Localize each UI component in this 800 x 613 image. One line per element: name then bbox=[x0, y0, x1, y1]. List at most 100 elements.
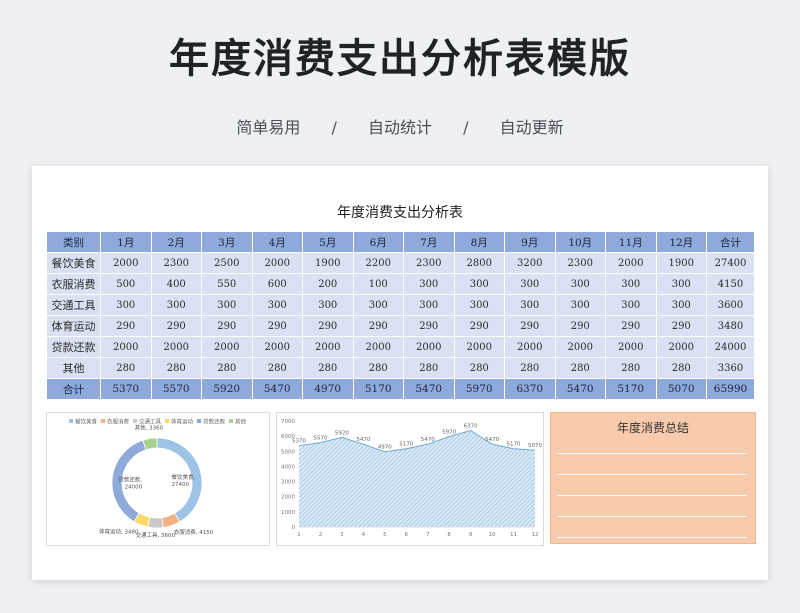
column-header: 10月 bbox=[554, 231, 606, 253]
row-category: 体育运动 bbox=[46, 315, 101, 337]
summary-title: 年度消费总结 bbox=[616, 421, 689, 435]
data-label: 5920 bbox=[335, 430, 349, 436]
summary-line bbox=[557, 474, 747, 475]
table-row: 贷款还款 2000 2000 2000 2000 2000 2000 2000 2000 2000… bbox=[46, 336, 755, 358]
total-label: 合计 bbox=[46, 378, 101, 400]
tag-auto-stat: 自动统计 bbox=[367, 118, 432, 137]
y-tick-label: 5000 bbox=[281, 449, 295, 455]
donut-chart-panel: 餐饮美食 衣服消费 交通工具 体育运动 贷款还款 其他 餐饮美食, 27400 衣服消费, 41… bbox=[46, 412, 270, 546]
row-total-cell: 27400 bbox=[706, 252, 755, 274]
table-cell: 280 bbox=[655, 357, 707, 379]
donut-data-label: 交通工具, 3600 bbox=[136, 531, 176, 539]
table-cell: 280 bbox=[302, 357, 354, 379]
table-cell: 280 bbox=[403, 357, 455, 379]
table-cell: 2300 bbox=[403, 252, 455, 274]
x-tick-label: 12 bbox=[532, 532, 539, 538]
row-category: 衣服消费 bbox=[46, 273, 101, 295]
total-cell: 5970 bbox=[453, 378, 505, 400]
x-tick-label: 2 bbox=[319, 532, 323, 538]
table-cell: 300 bbox=[504, 273, 556, 295]
table-cell: 290 bbox=[100, 315, 152, 337]
x-tick-label: 3 bbox=[340, 532, 344, 538]
table-cell: 300 bbox=[453, 294, 505, 316]
table-cell: 290 bbox=[605, 315, 657, 337]
y-tick-label: 3000 bbox=[281, 480, 295, 486]
y-tick-label: 4000 bbox=[281, 464, 295, 470]
table-cell: 300 bbox=[605, 273, 657, 295]
table-cell: 2000 bbox=[605, 336, 657, 358]
table-cell: 280 bbox=[453, 357, 505, 379]
table-cell: 300 bbox=[201, 294, 253, 316]
column-header: 9月 bbox=[504, 231, 556, 253]
table-cell: 300 bbox=[605, 294, 657, 316]
table-cell: 2800 bbox=[453, 252, 505, 274]
tag-separator: / bbox=[331, 118, 337, 137]
y-tick-label: 0 bbox=[292, 525, 296, 531]
data-label: 5470 bbox=[421, 437, 435, 443]
row-total-cell: 24000 bbox=[706, 336, 755, 358]
x-tick-label: 7 bbox=[426, 532, 430, 538]
total-cell: 4970 bbox=[302, 378, 354, 400]
x-tick-label: 5 bbox=[383, 532, 387, 538]
sheet-title: 年度消费支出分析表 bbox=[337, 205, 463, 221]
table-cell: 100 bbox=[352, 273, 404, 295]
table-cell: 300 bbox=[453, 273, 505, 295]
table-cell: 290 bbox=[655, 315, 707, 337]
table-cell: 2000 bbox=[605, 252, 657, 274]
data-label: 5470 bbox=[485, 437, 499, 443]
table-cell: 290 bbox=[251, 315, 303, 337]
data-label: 5970 bbox=[442, 430, 456, 436]
row-total-cell: 4150 bbox=[706, 273, 755, 295]
tag-auto-update: 自动更新 bbox=[499, 118, 564, 137]
table-cell: 2000 bbox=[403, 336, 455, 358]
legend-label: 体育运动 bbox=[171, 418, 194, 426]
table-cell: 290 bbox=[302, 315, 354, 337]
table-cell: 2200 bbox=[352, 252, 404, 274]
x-tick-label: 8 bbox=[447, 532, 451, 538]
legend-swatch bbox=[229, 419, 233, 423]
donut-data-label: 衣服消费, 4150 bbox=[174, 528, 214, 536]
row-total-cell: 3360 bbox=[706, 357, 755, 379]
row-total-cell: 3480 bbox=[706, 315, 755, 337]
table-cell: 2000 bbox=[352, 336, 404, 358]
table-cell: 290 bbox=[453, 315, 505, 337]
donut-data-label: 体育运动, 3480 bbox=[99, 527, 139, 535]
table-row: 交通工具 300 300 300 300 300 300 300 300 300 300 300 300… bbox=[46, 294, 755, 316]
area-chart: 010002000300040005000600070001 2 3 4 5 6 7 8 9 10… bbox=[281, 419, 542, 538]
table-cell: 280 bbox=[150, 357, 202, 379]
table-cell: 2000 bbox=[100, 336, 152, 358]
total-cell: 5470 bbox=[403, 378, 455, 400]
x-tick-label: 10 bbox=[489, 532, 496, 538]
column-header: 11月 bbox=[605, 231, 657, 253]
table-cell: 1900 bbox=[655, 252, 707, 274]
x-tick-label: 4 bbox=[362, 532, 366, 538]
table-cell: 300 bbox=[352, 294, 404, 316]
table-cell: 2300 bbox=[150, 252, 202, 274]
row-category: 交通工具 bbox=[46, 294, 101, 316]
y-tick-label: 2000 bbox=[281, 495, 295, 501]
tagline: 简单易用 / 自动统计 / 自动更新 bbox=[0, 114, 800, 138]
donut-data-label: 其他, 3360 bbox=[135, 424, 164, 432]
table-cell: 290 bbox=[201, 315, 253, 337]
summary-line bbox=[557, 516, 747, 517]
legend-label: 衣服消费 bbox=[107, 418, 130, 426]
table-cell: 280 bbox=[554, 357, 606, 379]
column-header: 5月 bbox=[302, 231, 354, 253]
row-category: 其他 bbox=[46, 357, 101, 379]
table-cell: 290 bbox=[403, 315, 455, 337]
x-tick-label: 9 bbox=[469, 532, 473, 538]
table-cell: 200 bbox=[302, 273, 354, 295]
table-cell: 300 bbox=[251, 294, 303, 316]
table-cell: 2000 bbox=[453, 336, 505, 358]
table-cell: 3200 bbox=[504, 252, 556, 274]
table-cell: 2000 bbox=[150, 336, 202, 358]
total-cell: 5920 bbox=[201, 378, 253, 400]
table-cell: 280 bbox=[251, 357, 303, 379]
area-chart-panel: 0 1000 2000 3000 4000 5000 6000 7000 1 2 3 4 5 6 7 8 9 10… bbox=[276, 412, 544, 546]
total-cell: 5570 bbox=[150, 378, 202, 400]
table-cell: 290 bbox=[352, 315, 404, 337]
total-cell: 5070 bbox=[655, 378, 707, 400]
table-cell: 290 bbox=[150, 315, 202, 337]
column-header-category: 类别 bbox=[46, 231, 101, 253]
summary-panel: 年度消费总结 bbox=[550, 412, 756, 544]
